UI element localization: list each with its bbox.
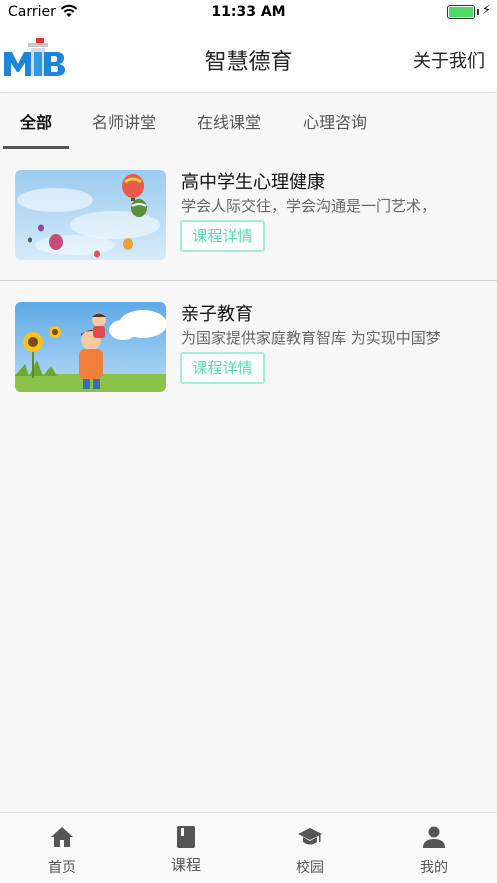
course-title: 高中学生心理健康 bbox=[181, 172, 325, 193]
list-divider bbox=[0, 280, 497, 281]
course-description: 为国家提供家庭教育智库 为实现中国梦 bbox=[181, 329, 441, 347]
course-detail-button[interactable]: 课程详情 bbox=[180, 352, 265, 384]
course-detail-button[interactable]: 课程详情 bbox=[180, 220, 265, 252]
course-item[interactable]: 高中学生心理健康 学会人际交往，学会沟通是一门艺术， 课程详情 bbox=[0, 150, 497, 280]
tabbar-item-courses[interactable]: 课程 bbox=[124, 813, 248, 883]
nav-bar: 智慧德育 关于我们 bbox=[0, 26, 497, 92]
tabbar-label: 首页 bbox=[48, 860, 76, 876]
battery-cap bbox=[477, 9, 479, 15]
person-icon bbox=[423, 826, 445, 848]
book-icon bbox=[177, 826, 195, 848]
category-tabs: 全部 名师讲堂 在线课堂 心理咨询 bbox=[0, 93, 497, 149]
battery-icon bbox=[447, 5, 475, 19]
course-item[interactable]: 亲子教育 为国家提供家庭教育智库 为实现中国梦 课程详情 bbox=[0, 282, 497, 412]
course-title: 亲子教育 bbox=[181, 304, 253, 325]
course-thumbnail-family bbox=[15, 302, 166, 392]
charging-icon: ⚡ bbox=[481, 3, 491, 18]
tab-online-class[interactable]: 在线课堂 bbox=[197, 109, 261, 133]
course-description: 学会人际交往，学会沟通是一门艺术， bbox=[181, 197, 437, 215]
about-us-link[interactable]: 关于我们 bbox=[413, 47, 485, 73]
active-tab-indicator bbox=[3, 146, 69, 149]
tabbar-label: 我的 bbox=[420, 860, 448, 876]
tabbar-item-home[interactable]: 首页 bbox=[0, 813, 124, 883]
course-thumbnail-balloons bbox=[15, 170, 166, 260]
tabbar-label: 校园 bbox=[296, 860, 324, 876]
tabbar-label: 课程 bbox=[170, 856, 201, 874]
tabbar-item-campus[interactable]: 校园 bbox=[248, 813, 372, 883]
tab-counseling[interactable]: 心理咨询 bbox=[303, 109, 367, 133]
tab-all[interactable]: 全部 bbox=[20, 109, 52, 133]
bottom-tab-bar: 首页 课程 校园 我的 bbox=[0, 812, 497, 883]
tabbar-item-mine[interactable]: 我的 bbox=[372, 813, 496, 883]
graduation-cap-icon bbox=[298, 828, 322, 845]
status-bar: Carrier 11:33 AM ⚡ bbox=[0, 0, 497, 26]
clock: 11:33 AM bbox=[211, 4, 286, 20]
home-icon bbox=[51, 827, 73, 847]
tab-famous-teacher[interactable]: 名师讲堂 bbox=[92, 109, 156, 133]
